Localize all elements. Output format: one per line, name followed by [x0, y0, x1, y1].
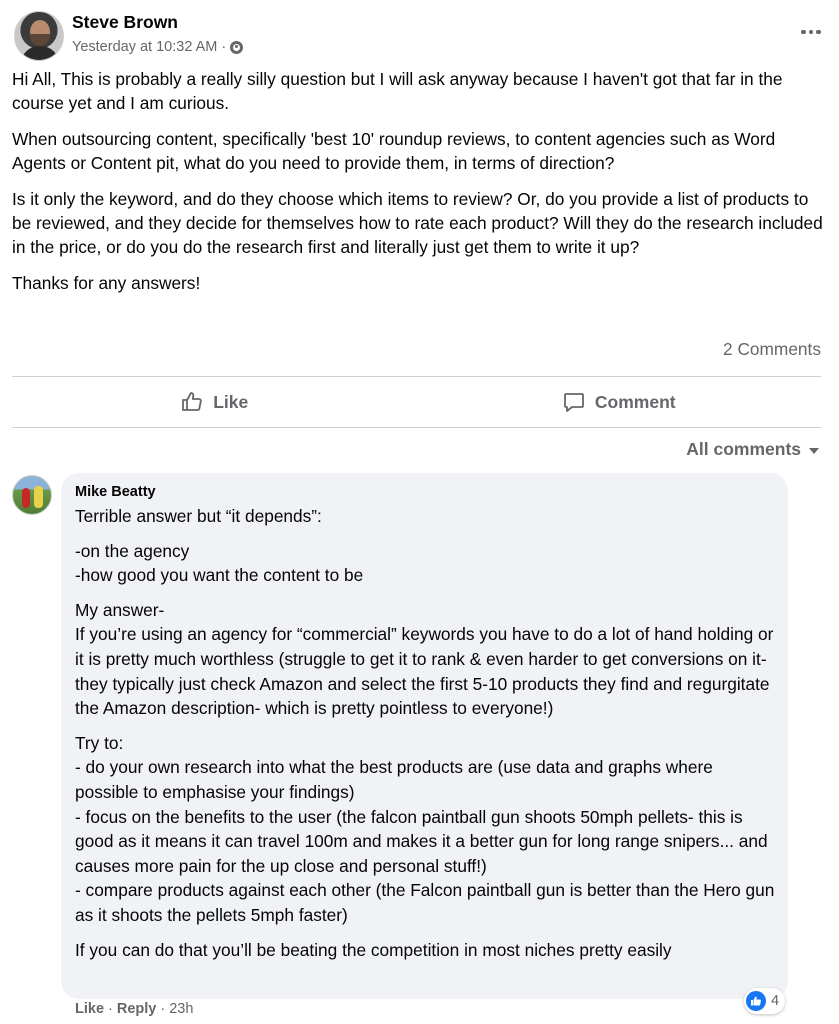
comment-text: Terrible answer but “it depends”: -on th… [75, 504, 780, 972]
comment-reactions[interactable]: 4 [744, 988, 786, 1014]
comment-author-name[interactable]: Mike Beatty [75, 484, 156, 500]
comments-count-link[interactable]: 2 Comments [723, 339, 821, 360]
comment-line: Try to: [75, 732, 124, 753]
comment-actions: Like · Reply · 23h [75, 1001, 193, 1017]
comment-button[interactable]: Comment [417, 378, 822, 426]
post-paragraph: Thanks for any answers! [12, 273, 201, 293]
commenter-avatar[interactable] [12, 475, 52, 515]
comment-paragraph: Terrible answer but “it depends”: [75, 504, 780, 529]
separator: · [160, 1001, 166, 1017]
comment-reply-button[interactable]: Reply [117, 1001, 157, 1017]
comment-line: -on the agency [75, 540, 190, 561]
like-button-label: Like [213, 391, 249, 412]
post-action-bar: Like Comment [12, 378, 821, 426]
comment-line: - do your own research into what the bes… [75, 757, 713, 802]
comment-bubble-icon [563, 393, 584, 412]
all-comments-filter[interactable]: All comments [686, 439, 819, 460]
comment-age[interactable]: 23h [169, 1001, 193, 1017]
divider [12, 376, 821, 377]
comment-button-label: Comment [594, 391, 676, 412]
comment-line: If you’re using an agency for “commercia… [75, 624, 774, 719]
audience-globe-icon[interactable] [230, 40, 244, 54]
thumbs-up-icon [182, 392, 202, 411]
post-author-name[interactable]: Steve Brown [72, 12, 178, 33]
comment-paragraph: If you can do that you’ll be beating the… [75, 938, 780, 963]
like-button[interactable]: Like [12, 378, 417, 426]
comment-paragraph: -on the agency -how good you want the co… [75, 539, 780, 588]
all-comments-label: All comments [686, 439, 801, 459]
post-paragraph: Hi All, This is probably a really silly … [12, 69, 783, 113]
more-options-button[interactable] [797, 18, 825, 46]
post-body: Hi All, This is probably a really silly … [12, 67, 824, 307]
comment-line: - compare products against each other (t… [75, 880, 775, 925]
caret-down-icon [809, 447, 819, 454]
reaction-count: 4 [771, 993, 780, 1009]
comment-line: My answer- [75, 599, 165, 620]
comment-line: Terrible answer but “it depends”: [75, 506, 322, 526]
comment-paragraph: My answer- If you’re using an agency for… [75, 598, 780, 721]
author-avatar[interactable] [14, 11, 64, 61]
post-header: Steve Brown Yesterday at 10:32 AM · [12, 8, 827, 64]
post-paragraph: When outsourcing content, specifically '… [12, 129, 776, 173]
comment-like-button[interactable]: Like [75, 1001, 104, 1017]
divider [12, 427, 821, 428]
comment-line: If you can do that you’ll be beating the… [75, 939, 672, 960]
comment-line: - focus on the benefits to the user (the… [75, 806, 768, 876]
separator: · [108, 1001, 113, 1017]
comment-paragraph: Try to: - do your own research into what… [75, 731, 780, 928]
post-timestamp[interactable]: Yesterday at 10:32 AM · [72, 39, 226, 55]
post-meta: Yesterday at 10:32 AM · [72, 39, 244, 55]
like-reaction-icon [746, 991, 766, 1011]
post-paragraph: Is it only the keyword, and do they choo… [12, 189, 823, 257]
comment-line: -how good you want the content to be [75, 565, 364, 586]
